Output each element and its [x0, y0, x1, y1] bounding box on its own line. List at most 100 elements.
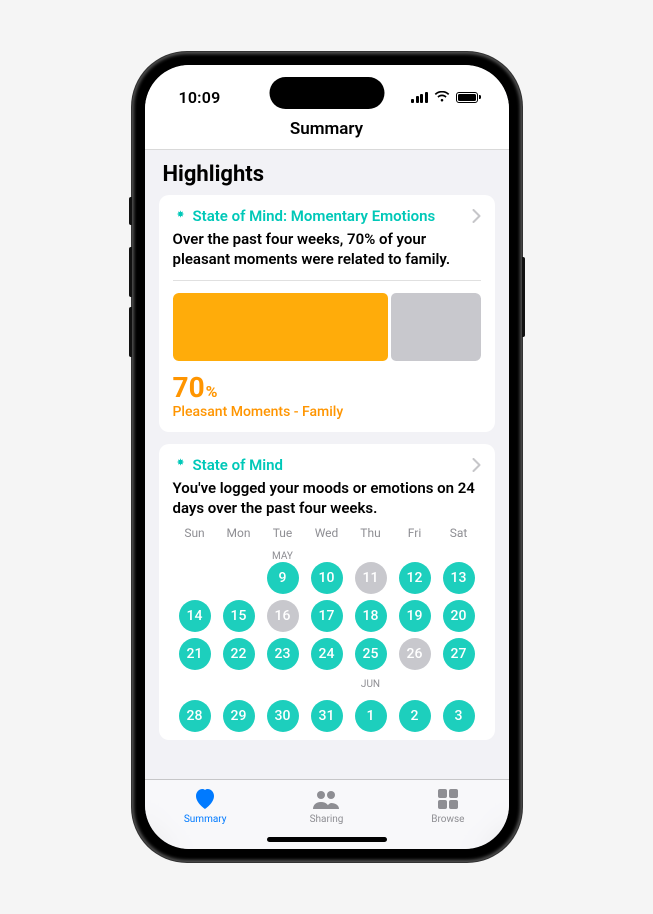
tab-label: Sharing	[310, 814, 344, 825]
calendar-day[interactable]: 21	[179, 638, 211, 670]
calendar-day[interactable]: 2	[399, 700, 431, 732]
calendar-day[interactable]: 1	[355, 700, 387, 732]
nav-bar: Summary	[145, 115, 509, 150]
battery-icon	[456, 92, 481, 103]
calendar-day[interactable]: 16	[267, 600, 299, 632]
volume-down-button	[129, 307, 132, 357]
calendar-day[interactable]: 25	[355, 638, 387, 670]
progress-bar	[173, 293, 481, 361]
calendar-cell: 12	[393, 562, 437, 594]
calendar-cell	[217, 562, 261, 594]
calendar-cell: 10	[305, 562, 349, 594]
calendar-day[interactable]: 17	[311, 600, 343, 632]
chevron-right-icon	[472, 458, 481, 472]
calendar-day[interactable]: 9	[267, 562, 299, 594]
card-description: You've logged your moods or emotions on …	[173, 478, 481, 521]
chevron-right-icon	[472, 209, 481, 223]
percent-label: Pleasant Moments - Family	[173, 404, 481, 420]
card-title: State of Mind	[193, 456, 283, 474]
calendar-day[interactable]: 14	[179, 600, 211, 632]
calendar-cell: 22	[217, 638, 261, 670]
calendar-cell: 30	[261, 690, 305, 722]
calendar-cell: 31	[305, 690, 349, 722]
calendar-day[interactable]: 24	[311, 638, 343, 670]
calendar-day[interactable]: 19	[399, 600, 431, 632]
calendar-cell: 3	[437, 690, 481, 722]
calendar-day[interactable]: 27	[443, 638, 475, 670]
calendar-cell: 2	[393, 690, 437, 722]
screen: 10:09 Summary Highlights	[145, 65, 509, 849]
calendar-day[interactable]: 18	[355, 600, 387, 632]
calendar-month-label-row: JUN	[173, 676, 481, 690]
grid-icon	[437, 786, 459, 812]
calendar-cell: 15	[217, 600, 261, 632]
calendar-day[interactable]: 12	[399, 562, 431, 594]
calendar-day[interactable]: 11	[355, 562, 387, 594]
state-of-mind-icon	[173, 209, 188, 224]
calendar-cell: 27	[437, 638, 481, 670]
calendar-cell: 9	[261, 562, 305, 594]
nav-title: Summary	[145, 119, 509, 139]
calendar-day[interactable]: 22	[223, 638, 255, 670]
calendar-day[interactable]: 23	[267, 638, 299, 670]
highlight-card-momentary-emotions[interactable]: State of Mind: Momentary Emotions Over t…	[159, 195, 495, 432]
status-time: 10:09	[179, 88, 221, 107]
calendar-cell: 23	[261, 638, 305, 670]
calendar-cell: 29	[217, 690, 261, 722]
calendar-cell: 18	[349, 600, 393, 632]
content-scroll[interactable]: Highlights State of Mind: Momentary Emot…	[145, 150, 509, 779]
highlight-card-state-of-mind[interactable]: State of Mind You've logged your moods o…	[159, 444, 495, 741]
progress-empty	[391, 293, 480, 361]
calendar-weekday: Mon	[217, 526, 261, 540]
calendar-cell: 17	[305, 600, 349, 632]
calendar-day[interactable]: 31	[311, 700, 343, 732]
heart-icon	[193, 786, 217, 812]
card-header: State of Mind: Momentary Emotions	[173, 207, 481, 225]
calendar-weekday: Wed	[305, 526, 349, 540]
calendar-day[interactable]: 30	[267, 700, 299, 732]
calendar-cell	[173, 562, 217, 594]
calendar-cell: 14	[173, 600, 217, 632]
calendar-row: 14 15 16 17 18 19 20	[173, 600, 481, 632]
power-button	[522, 257, 525, 337]
calendar-day[interactable]: 20	[443, 600, 475, 632]
tab-browse[interactable]: Browse	[388, 786, 508, 825]
dynamic-island	[269, 77, 384, 109]
home-indicator[interactable]	[267, 837, 387, 842]
calendar-day[interactable]: 13	[443, 562, 475, 594]
calendar-day[interactable]: 29	[223, 700, 255, 732]
calendar-row: 21 22 23 24 25 26 27	[173, 638, 481, 670]
people-icon	[311, 786, 341, 812]
calendar-day[interactable]: 28	[179, 700, 211, 732]
cellular-signal-icon	[411, 92, 428, 103]
calendar-day[interactable]: 15	[223, 600, 255, 632]
calendar-cell: 19	[393, 600, 437, 632]
tab-label: Browse	[431, 814, 464, 825]
volume-up-button	[129, 247, 132, 297]
progress-fill	[173, 293, 389, 361]
calendar-day[interactable]: 3	[443, 700, 475, 732]
calendar-cell: 1	[349, 690, 393, 722]
calendar-weekday: Thu	[349, 526, 393, 540]
calendar-cell: 24	[305, 638, 349, 670]
tab-label: Summary	[184, 814, 227, 825]
status-indicators	[411, 91, 481, 103]
calendar-cell: 28	[173, 690, 217, 722]
tab-summary[interactable]: Summary	[145, 786, 265, 825]
calendar-weekday: Tue	[261, 526, 305, 540]
tab-sharing[interactable]: Sharing	[266, 786, 386, 825]
calendar-weekday: Sun	[173, 526, 217, 540]
phone-frame: 10:09 Summary Highlights	[132, 52, 522, 862]
wifi-icon	[434, 91, 450, 103]
calendar-month-label-row: MAY	[173, 548, 481, 562]
calendar-cell: 11	[349, 562, 393, 594]
calendar-cell: 25	[349, 638, 393, 670]
card-description: Over the past four weeks, 70% of your pl…	[173, 229, 481, 281]
calendar-weekday: Fri	[393, 526, 437, 540]
calendar-day[interactable]: 10	[311, 562, 343, 594]
side-button	[129, 197, 132, 225]
section-title-highlights: Highlights	[159, 162, 495, 187]
calendar-day[interactable]: 26	[399, 638, 431, 670]
state-of-mind-icon	[173, 457, 188, 472]
calendar-weekday: Sat	[437, 526, 481, 540]
